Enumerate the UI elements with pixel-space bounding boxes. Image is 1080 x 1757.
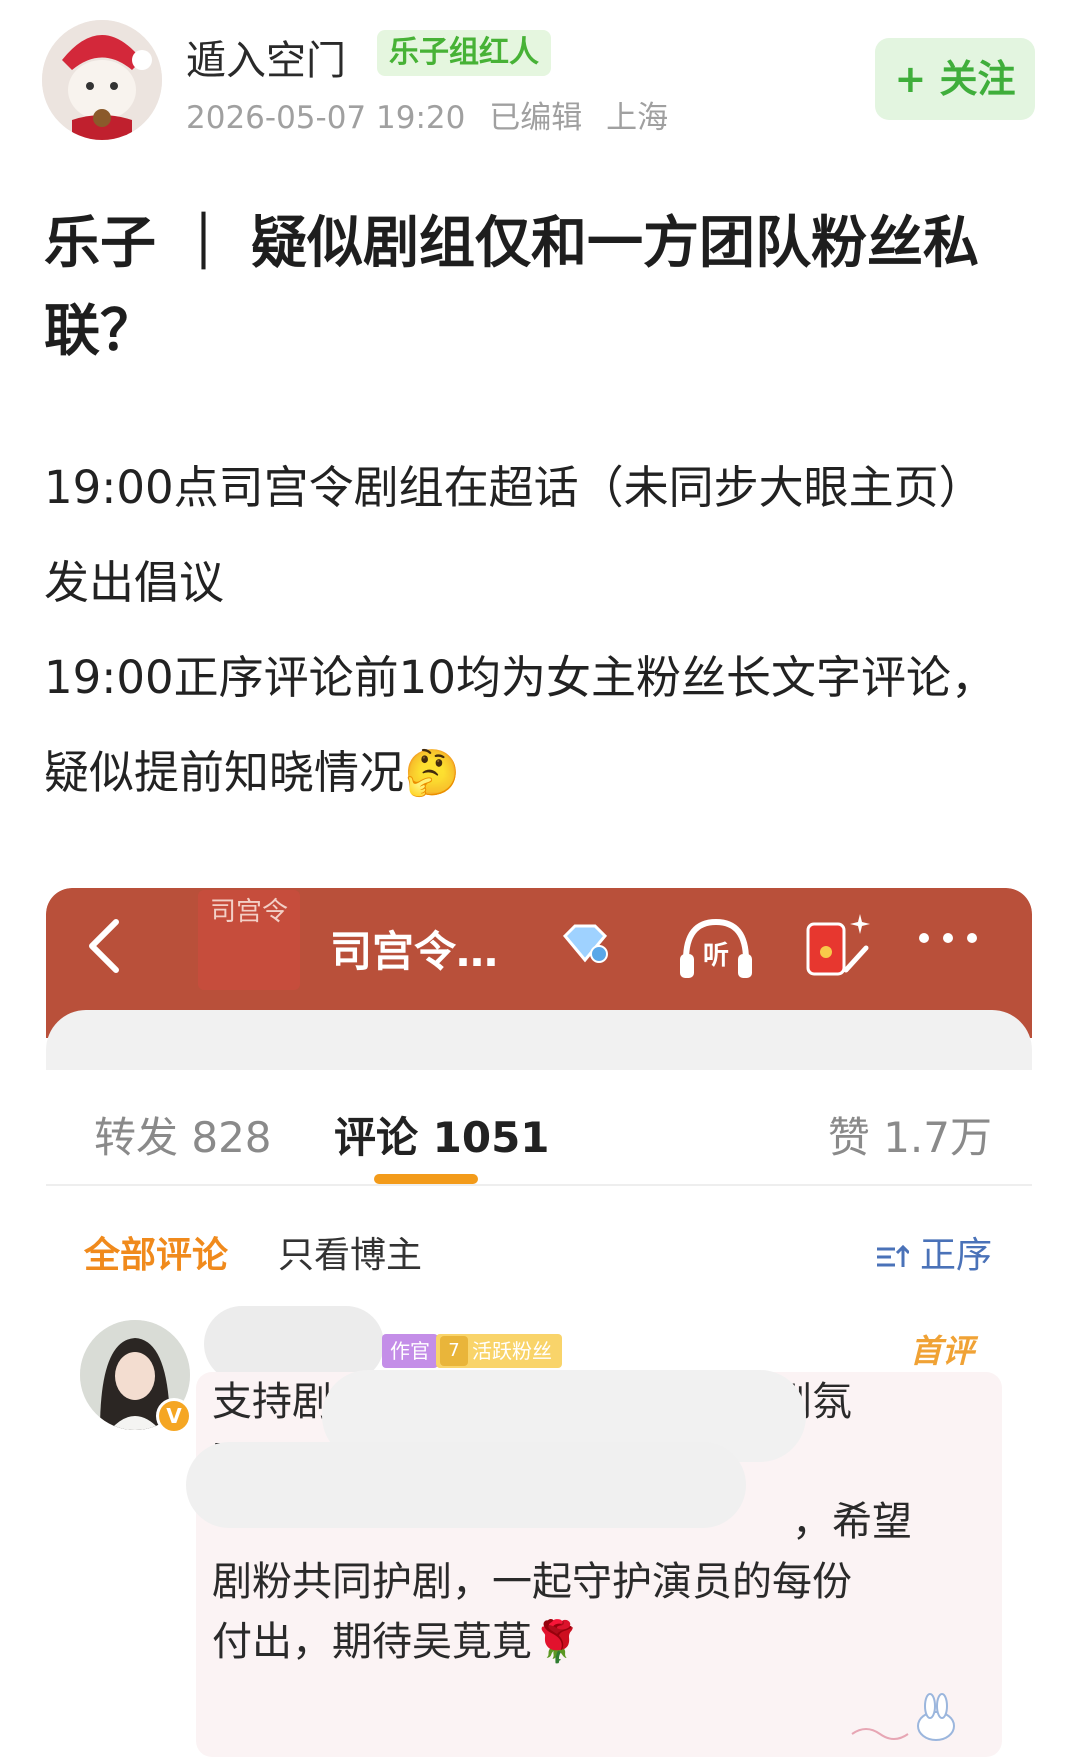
tab-comment[interactable]: 评论 1051	[334, 1104, 550, 1165]
filter-all-comments[interactable]: 全部评论	[84, 1226, 228, 1278]
first-comment-label: 首评	[909, 1332, 974, 1370]
sort-icon	[876, 1244, 910, 1267]
group-badge: 乐子组红人	[377, 30, 551, 76]
comment-line: 剧粉共同护剧，一起守护演员的每份	[212, 1559, 852, 1605]
post-location: 上海	[606, 100, 669, 136]
topic-cover[interactable]: 司宫令	[198, 890, 300, 990]
listen-label: 听	[703, 941, 729, 971]
comment-filter-row: 全部评论 只看博主 正序	[46, 1208, 1032, 1288]
post-date: 2026-05-07 19:20	[186, 100, 466, 136]
embedded-screenshot[interactable]: 司宫令 司宫令… 听 转发 828 评论 1051 赞 1.7万 全部评论 只看…	[46, 888, 1032, 1757]
tab-like[interactable]: 赞 1.7万	[828, 1104, 992, 1165]
diamond-icon[interactable]	[561, 924, 609, 968]
sheet-top	[46, 1010, 1032, 1070]
topic-title[interactable]: 司宫令…	[330, 918, 498, 979]
filter-owner-only[interactable]: 只看博主	[278, 1226, 422, 1278]
post-page: 遁入空门 乐子组红人 2026-05-07 19:20 已编辑 上海 + 关注 …	[0, 0, 1080, 1757]
body-line: 19:00正序评论前10均为女主粉丝长文字评论，疑似提前知晓情况🤔	[44, 651, 996, 799]
follow-button[interactable]: + 关注	[875, 38, 1035, 120]
post-tabs: 转发 828 评论 1051 赞 1.7万	[46, 1078, 1032, 1188]
bunny-sticker-icon	[846, 1688, 966, 1752]
fan-level: 7	[440, 1336, 468, 1366]
sort-label: 正序	[919, 1235, 992, 1276]
headphones-icon[interactable]: 听	[676, 914, 756, 988]
verified-icon: V	[156, 1398, 192, 1434]
post-title: 乐子 ｜ 疑似剧组仅和一方团队粉丝私联？	[44, 211, 979, 364]
edited-label: 已编辑	[489, 100, 583, 136]
divider	[46, 1184, 1032, 1186]
author-name[interactable]: 遁入空门	[186, 28, 346, 86]
sort-button[interactable]: 正序	[875, 1226, 992, 1278]
post-body: 19:00点司宫令剧组在超话（未同步大眼主页）发出倡议 19:00正序评论前10…	[44, 440, 1004, 820]
author-avatar[interactable]	[42, 20, 162, 140]
more-icon[interactable]	[916, 930, 980, 950]
red-packet-icon[interactable]	[804, 908, 876, 988]
redaction-blur	[186, 1442, 746, 1528]
post-meta: 2026-05-07 19:20 已编辑 上海	[186, 92, 682, 137]
back-arrow-icon[interactable]	[84, 918, 124, 978]
tab-repost[interactable]: 转发 828	[94, 1104, 272, 1165]
body-line: 19:00点司宫令剧组在超话（未同步大眼主页）发出倡议	[44, 461, 984, 609]
role-tag: 作官	[382, 1334, 438, 1368]
comment-line: 付出，期待吴莧莧🌹	[212, 1619, 582, 1665]
active-tab-indicator	[374, 1174, 478, 1184]
